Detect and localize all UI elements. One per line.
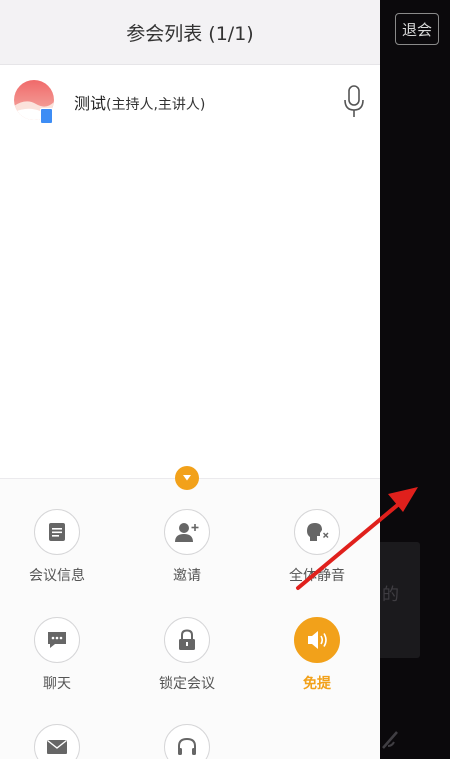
meeting-info-label: 会议信息 xyxy=(29,568,85,584)
mute-all-button[interactable]: 全体静音 xyxy=(257,509,377,585)
add-user-icon xyxy=(175,523,199,542)
headset-icon xyxy=(178,737,196,755)
collapse-button[interactable] xyxy=(175,466,199,490)
chat-icon xyxy=(48,632,66,648)
action-panel: 会议信息 邀请 全体静音 聊天 锁定会议 免提 xyxy=(0,479,380,759)
mute-all-label: 全体静音 xyxy=(289,568,345,584)
leave-meeting-button[interactable]: 退会 xyxy=(395,13,439,45)
background-partial-text: 的 xyxy=(382,585,399,605)
participant-name: 测试(主持人,主讲人) xyxy=(74,90,205,114)
mobile-device-icon xyxy=(40,108,53,124)
speaker-label: 免提 xyxy=(303,676,331,692)
participant-list-panel: 参会列表 (1/1) 测试(主持人,主讲人) 会议信息 邀请 全体静音 聊天 锁… xyxy=(0,0,380,759)
participant-name-text: 测试 xyxy=(74,94,107,113)
participant-row[interactable]: 测试(主持人,主讲人) xyxy=(0,72,380,132)
invite-label: 邀请 xyxy=(173,568,201,584)
page-title: 参会列表 (1/1) xyxy=(126,22,254,45)
lock-icon xyxy=(179,629,195,650)
speaker-button[interactable]: 免提 xyxy=(257,617,377,693)
mic-off-icon xyxy=(382,731,398,749)
speaker-icon xyxy=(308,631,327,649)
mail-icon xyxy=(47,739,67,754)
mute-all-icon xyxy=(307,523,329,541)
invite-button[interactable]: 邀请 xyxy=(127,509,247,585)
panel-header: 参会列表 (1/1) xyxy=(0,0,380,65)
lock-meeting-label: 锁定会议 xyxy=(159,676,215,692)
headset-button[interactable] xyxy=(127,724,247,759)
participant-role: (主持人,主讲人) xyxy=(106,97,206,113)
lock-meeting-button[interactable]: 锁定会议 xyxy=(127,617,247,693)
chat-label: 聊天 xyxy=(43,676,71,692)
document-icon xyxy=(49,523,65,541)
chat-button[interactable]: 聊天 xyxy=(0,617,117,693)
chevron-down-icon xyxy=(183,475,191,481)
mail-button[interactable] xyxy=(0,724,117,759)
microphone-icon[interactable] xyxy=(340,84,368,120)
meeting-info-button[interactable]: 会议信息 xyxy=(0,509,117,585)
